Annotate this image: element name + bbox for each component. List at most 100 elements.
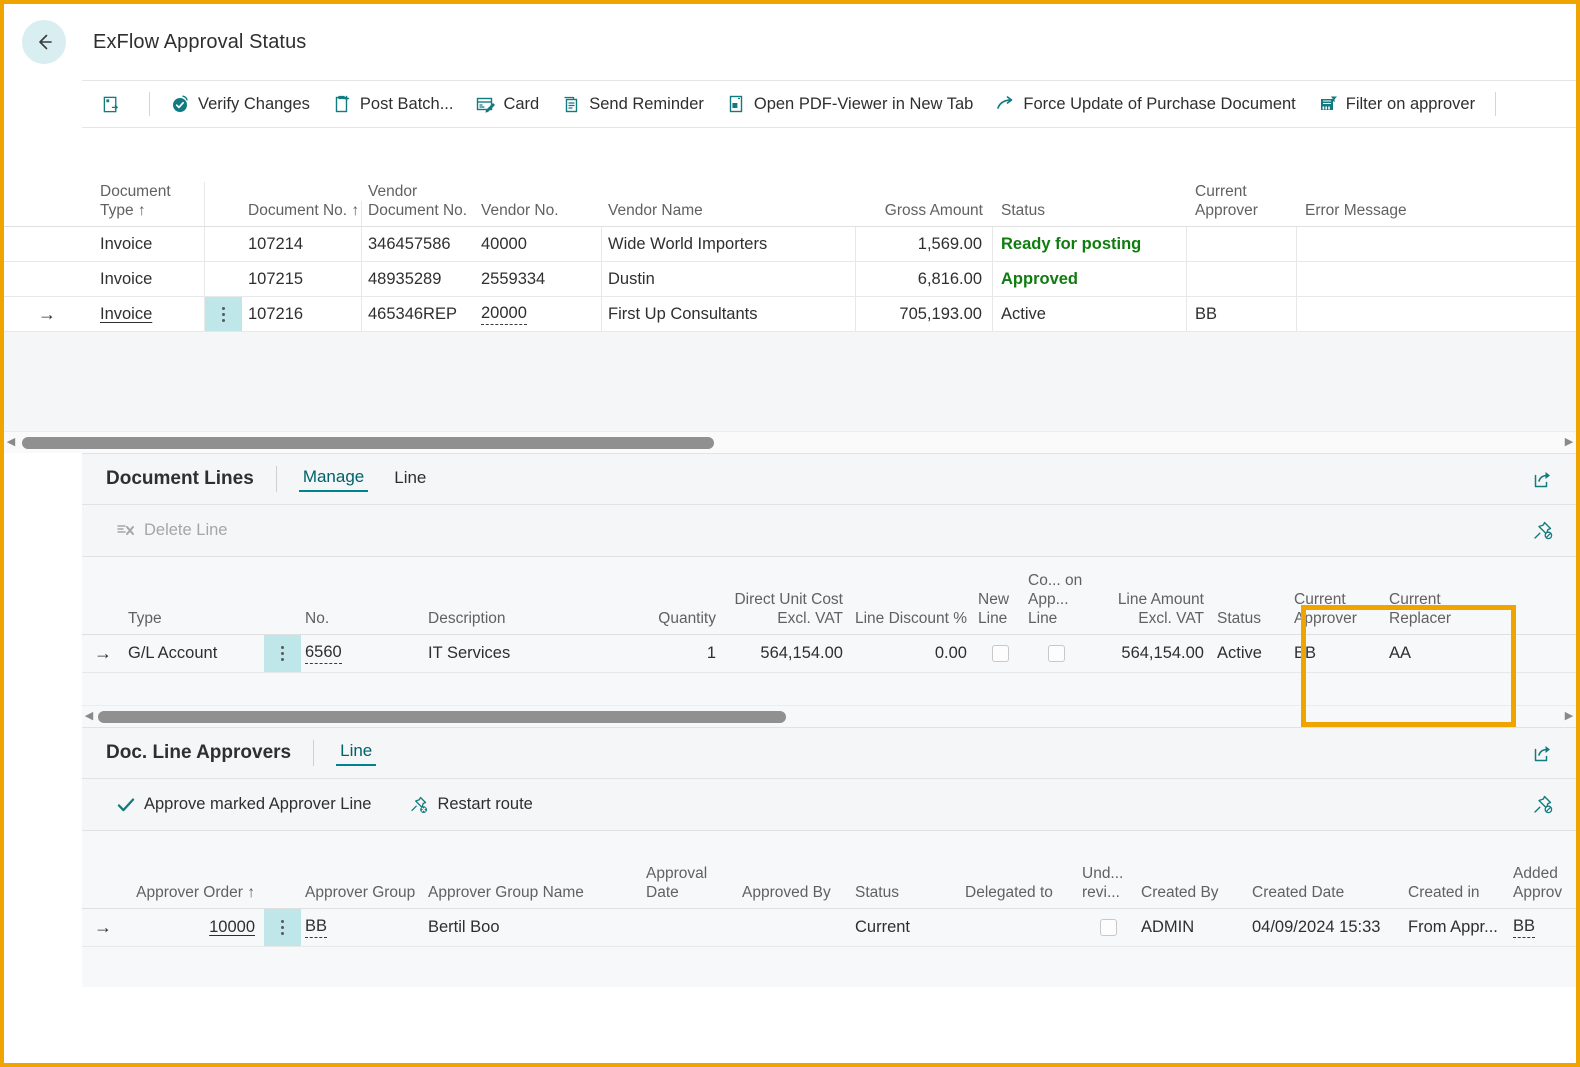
column-header-gross-amount[interactable]: Gross Amount [856,201,993,226]
table-row[interactable]: Invoice 107215 48935289 2559334 Dustin 6… [4,262,1576,297]
main-grid-horizontal-scrollbar[interactable]: ◀ ▶ [4,431,1576,453]
ribbon-send-reminder[interactable]: Send Reminder [550,81,715,127]
column-header-current-approver[interactable]: Current Approver [1275,590,1379,634]
cell-vendor-no[interactable]: 2559334 [475,262,602,296]
ribbon-card[interactable]: Card [464,81,550,127]
column-header-comment-on-approval-line[interactable]: Co... on App... Line [1024,571,1088,634]
cell-no[interactable]: 6560 [301,635,424,672]
cell-status[interactable]: Active [993,297,1187,331]
new-line-checkbox[interactable] [991,645,1009,662]
column-header-approver-order[interactable]: Approver Order ↑ [124,883,264,908]
column-header-current-replacer[interactable]: Current Replacer [1379,590,1499,634]
column-header-status[interactable]: Status [851,883,961,908]
scroll-left-arrow-icon[interactable]: ◀ [82,711,96,722]
cell-created-in[interactable]: From Appr... [1404,909,1509,946]
cell-document-type[interactable]: Invoice [90,262,205,296]
cell-approver-order[interactable]: 10000 [124,909,264,946]
cell-line-discount[interactable]: 0.00 [852,635,976,672]
row-menu-button[interactable] [264,909,301,946]
column-header-line-amount[interactable]: Line Amount Excl. VAT [1088,590,1213,634]
cell-current-approver[interactable]: BB [1187,297,1297,331]
cell-under-revision[interactable] [1080,909,1137,946]
column-header-status[interactable]: Status [993,201,1187,226]
scrollbar-thumb[interactable] [22,436,714,449]
cell-error-message[interactable] [1297,262,1567,296]
column-header-approver-group-name[interactable]: Approver Group Name [424,883,642,908]
unpin-icon[interactable] [1510,794,1576,816]
cell-vendor-no[interactable]: 40000 [475,227,602,261]
scrollbar-track[interactable] [18,436,1562,450]
cell-error-message[interactable] [1297,297,1567,331]
column-header-approval-date[interactable]: Approval Date [642,864,738,908]
tab-line[interactable]: Line [336,741,377,766]
ribbon-open-pdf-viewer[interactable]: Open PDF-Viewer in New Tab [715,81,985,127]
unpin-icon[interactable] [1510,520,1576,542]
cell-gross-amount[interactable]: 1,569.00 [856,227,993,261]
cell-approval-date[interactable] [642,909,738,946]
cell-gross-amount[interactable]: 705,193.00 [856,297,993,331]
cell-document-no[interactable]: 107214 [242,227,362,261]
cell-approver-group-name[interactable]: Bertil Boo [424,909,642,946]
column-header-vendor-document-no[interactable]: Vendor Document No. [362,182,475,226]
column-header-type[interactable]: Type [124,609,264,634]
cell-created-date[interactable]: 04/09/2024 15:33 [1248,909,1404,946]
cell-gross-amount[interactable]: 6,816.00 [856,262,993,296]
cell-quantity[interactable]: 1 [642,635,725,672]
column-header-delegated-to[interactable]: Delegated to [961,883,1080,908]
column-header-created-in[interactable]: Created in [1404,883,1509,908]
column-header-document-no[interactable]: Document No. ↑ [242,201,362,226]
column-header-no[interactable]: No. [301,609,424,634]
tab-manage[interactable]: Manage [298,467,369,492]
approve-marked-approver-line-button[interactable]: Approve marked Approver Line [104,795,383,815]
cell-error-message[interactable] [1297,227,1567,261]
column-header-error-message[interactable]: Error Message [1297,201,1567,226]
cell-new-line[interactable] [976,635,1024,672]
column-header-current-approver[interactable]: Current Approver [1187,182,1297,226]
ribbon-overflow-item[interactable] [1505,81,1527,127]
cell-approved-by[interactable] [738,909,851,946]
column-header-vendor-no[interactable]: Vendor No. [475,201,602,226]
cell-status[interactable]: Current [851,909,961,946]
scrollbar-track[interactable] [96,710,1562,724]
column-header-status[interactable]: Status [1213,609,1275,634]
cell-approver-group[interactable]: BB [301,909,424,946]
cell-status[interactable]: Approved [993,262,1187,296]
column-header-created-date[interactable]: Created Date [1248,883,1404,908]
column-header-document-type[interactable]: Document Type ↑ [90,182,205,226]
column-header-direct-unit-cost[interactable]: Direct Unit Cost Excl. VAT [725,590,852,634]
tab-line[interactable]: Line [390,468,430,491]
cell-description[interactable]: IT Services [424,635,642,672]
cell-vendor-name[interactable]: First Up Consultants [602,297,856,331]
document-lines-horizontal-scrollbar[interactable]: ◀ ▶ [82,705,1576,727]
share-export-icon[interactable] [1510,742,1576,764]
back-button[interactable] [22,20,66,64]
scroll-right-arrow-icon[interactable]: ▶ [1562,437,1576,448]
cell-vendor-name[interactable]: Dustin [602,262,856,296]
row-menu-button[interactable] [205,297,242,331]
delete-line-button[interactable]: Delete Line [104,521,239,541]
column-header-description[interactable]: Description [424,609,642,634]
comment-on-approval-line-checkbox[interactable] [1047,645,1065,662]
cell-current-approver[interactable]: BB [1275,635,1379,672]
cell-vendor-no[interactable]: 20000 [475,297,602,331]
cell-added-approver[interactable]: BB [1509,909,1569,946]
cell-direct-unit-cost[interactable]: 564,154.00 [725,635,852,672]
column-header-line-discount[interactable]: Line Discount % [852,609,976,634]
ribbon-verify-changes[interactable]: Verify Changes [159,81,321,127]
cell-document-no[interactable]: 107216 [242,297,362,331]
scroll-left-arrow-icon[interactable]: ◀ [4,437,18,448]
column-header-new-line[interactable]: New Line [976,590,1024,634]
cell-vendor-document-no[interactable]: 48935289 [362,262,475,296]
cell-document-type[interactable]: Invoice [90,297,205,331]
ribbon-post-batch[interactable]: Post Batch... [321,81,465,127]
column-header-created-by[interactable]: Created By [1137,883,1248,908]
cell-document-type[interactable]: Invoice [90,227,205,261]
cell-document-no[interactable]: 107215 [242,262,362,296]
scroll-right-arrow-icon[interactable]: ▶ [1562,711,1576,722]
column-header-approver-group[interactable]: Approver Group [301,883,424,908]
scrollbar-thumb[interactable] [98,710,786,723]
column-header-under-revision[interactable]: Und... revi... [1080,864,1137,908]
cell-line-amount[interactable]: 564,154.00 [1088,635,1213,672]
table-row[interactable]: → 10000 BB Bertil Boo Current ADMIN 04/0… [82,909,1576,947]
table-row[interactable]: Invoice 107214 346457586 40000 Wide Worl… [4,227,1576,262]
